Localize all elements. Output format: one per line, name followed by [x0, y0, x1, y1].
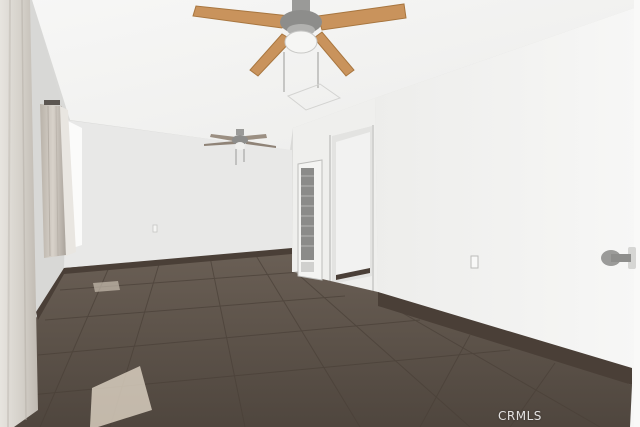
wall-heater-icon: [297, 159, 323, 281]
door-edge: [634, 0, 640, 427]
fan-light: [284, 30, 318, 54]
outlet-icon: [470, 255, 479, 269]
room-scene: [0, 0, 640, 427]
room-photo: CRMLS: [0, 0, 640, 427]
watermark: CRMLS: [498, 409, 542, 423]
doorway-inner-wall: [336, 132, 370, 277]
